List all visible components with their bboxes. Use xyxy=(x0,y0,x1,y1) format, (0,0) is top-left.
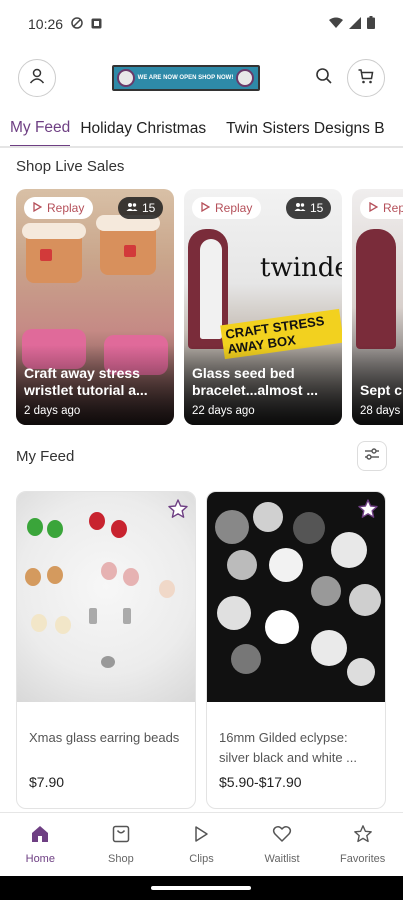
bottom-navigation: Home Shop Clips Waitlist Favorites xyxy=(0,812,403,876)
signal-icon xyxy=(349,16,361,32)
replay-label: Replay xyxy=(215,201,253,215)
nav-waitlist[interactable]: Waitlist xyxy=(247,824,317,865)
nav-favorites[interactable]: Favorites xyxy=(328,824,398,865)
cart-icon xyxy=(357,67,375,90)
feed-tabs: My Feed Holiday Christmas Twin Sisters D… xyxy=(0,108,403,148)
viewer-count-badge: 15 xyxy=(118,197,164,219)
my-feed-header: My Feed xyxy=(0,425,403,471)
live-sale-title: Craft away stress wristlet tutorial a... xyxy=(24,365,148,398)
shop-icon xyxy=(111,824,131,847)
wifi-icon xyxy=(329,16,343,32)
live-sale-date: 28 days xyxy=(360,405,401,417)
product-card[interactable]: Xmas glass earring beads $7.90 xyxy=(16,491,196,809)
cart-button[interactable] xyxy=(347,59,385,97)
product-name: Xmas glass earring beads xyxy=(29,730,180,745)
heart-icon xyxy=(272,824,292,847)
nav-shop[interactable]: Shop xyxy=(86,824,156,865)
live-sale-card[interactable]: Replay 15 Craft away stress wristlet tut… xyxy=(16,189,174,425)
favorite-star-button[interactable] xyxy=(357,498,379,520)
system-gesture-area xyxy=(0,876,403,900)
replay-badge: Replay xyxy=(24,197,94,219)
filter-button[interactable] xyxy=(357,441,387,471)
tab-my-feed[interactable]: My Feed xyxy=(10,119,71,146)
play-outline-icon xyxy=(33,201,43,215)
replay-badge: Repl xyxy=(360,197,403,219)
logo-decoration xyxy=(236,69,255,87)
gingerbread-house-art xyxy=(96,215,160,275)
viewer-count: 15 xyxy=(142,201,156,215)
tab-holiday-christmas[interactable]: Holiday Christmas xyxy=(80,120,216,146)
tab-twin-sisters-designs[interactable]: Twin Sisters Designs B xyxy=(226,120,395,146)
live-sales-carousel[interactable]: Replay 15 Craft away stress wristlet tut… xyxy=(0,175,403,425)
play-outline-icon xyxy=(369,201,379,215)
status-bar: 10:26 xyxy=(0,0,403,48)
replay-label: Replay xyxy=(47,201,85,215)
nav-clips-label: Clips xyxy=(189,853,214,865)
product-price: $5.90-$17.90 xyxy=(219,774,302,790)
logo-text: WE ARE NOW OPEN SHOP NOW! xyxy=(137,74,234,81)
live-sale-date: 2 days ago xyxy=(24,405,81,417)
product-image xyxy=(17,492,195,702)
status-time: 10:26 xyxy=(28,16,64,32)
home-gesture-bar[interactable] xyxy=(151,886,251,890)
search-icon[interactable] xyxy=(315,67,333,90)
battery-icon xyxy=(367,16,375,32)
home-icon xyxy=(30,824,50,847)
user-icon xyxy=(28,67,46,90)
star-icon xyxy=(353,824,373,847)
live-sale-card[interactable]: twinde CRAFT STRESS AWAY BOX Replay 15 G… xyxy=(184,189,342,425)
gingerbread-house-art xyxy=(22,223,86,283)
sliders-icon xyxy=(364,447,380,466)
nav-favorites-label: Favorites xyxy=(340,853,386,865)
logo-decoration xyxy=(116,69,135,87)
live-sale-title: Sept c stress xyxy=(360,382,403,398)
viewer-count-badge: 15 xyxy=(286,197,332,219)
app-header: WE ARE NOW OPEN SHOP NOW! xyxy=(0,48,403,108)
favorite-star-button[interactable] xyxy=(167,498,189,520)
product-grid: Xmas glass earring beads $7.90 16mm Gild… xyxy=(0,471,403,809)
viewer-count: 15 xyxy=(310,201,324,215)
shop-logo[interactable]: WE ARE NOW OPEN SHOP NOW! xyxy=(111,65,260,91)
live-sale-title: Glass seed bed bracelet...almost ... xyxy=(192,365,319,398)
nav-waitlist-label: Waitlist xyxy=(264,853,300,865)
play-icon xyxy=(191,824,211,847)
nav-shop-label: Shop xyxy=(108,853,134,865)
live-sale-card[interactable]: Repl Sept c stress 28 days xyxy=(352,189,403,425)
person-figure-art xyxy=(200,239,222,339)
product-price: $7.90 xyxy=(29,774,65,790)
replay-label: Repl xyxy=(383,201,403,215)
play-outline-icon xyxy=(201,201,211,215)
profile-button[interactable] xyxy=(18,59,56,97)
nav-home[interactable]: Home xyxy=(5,824,75,865)
product-image xyxy=(207,492,385,702)
product-name: 16mm Gilded eclypse: silver black and wh… xyxy=(219,730,358,765)
live-sales-title: Shop Live Sales xyxy=(16,158,125,175)
notification-icon xyxy=(91,16,102,32)
viewers-icon xyxy=(294,201,306,215)
my-feed-title: My Feed xyxy=(16,447,75,465)
live-sale-date: 22 days ago xyxy=(192,405,255,417)
nav-clips[interactable]: Clips xyxy=(166,824,236,865)
twinde-art-text: twinde xyxy=(260,253,342,283)
product-card[interactable]: 16mm Gilded eclypse: silver black and wh… xyxy=(206,491,386,809)
dnd-icon xyxy=(71,16,83,32)
person-figure-art xyxy=(356,229,396,349)
replay-badge: Replay xyxy=(192,197,262,219)
viewers-icon xyxy=(126,201,138,215)
nav-home-label: Home xyxy=(25,853,55,865)
